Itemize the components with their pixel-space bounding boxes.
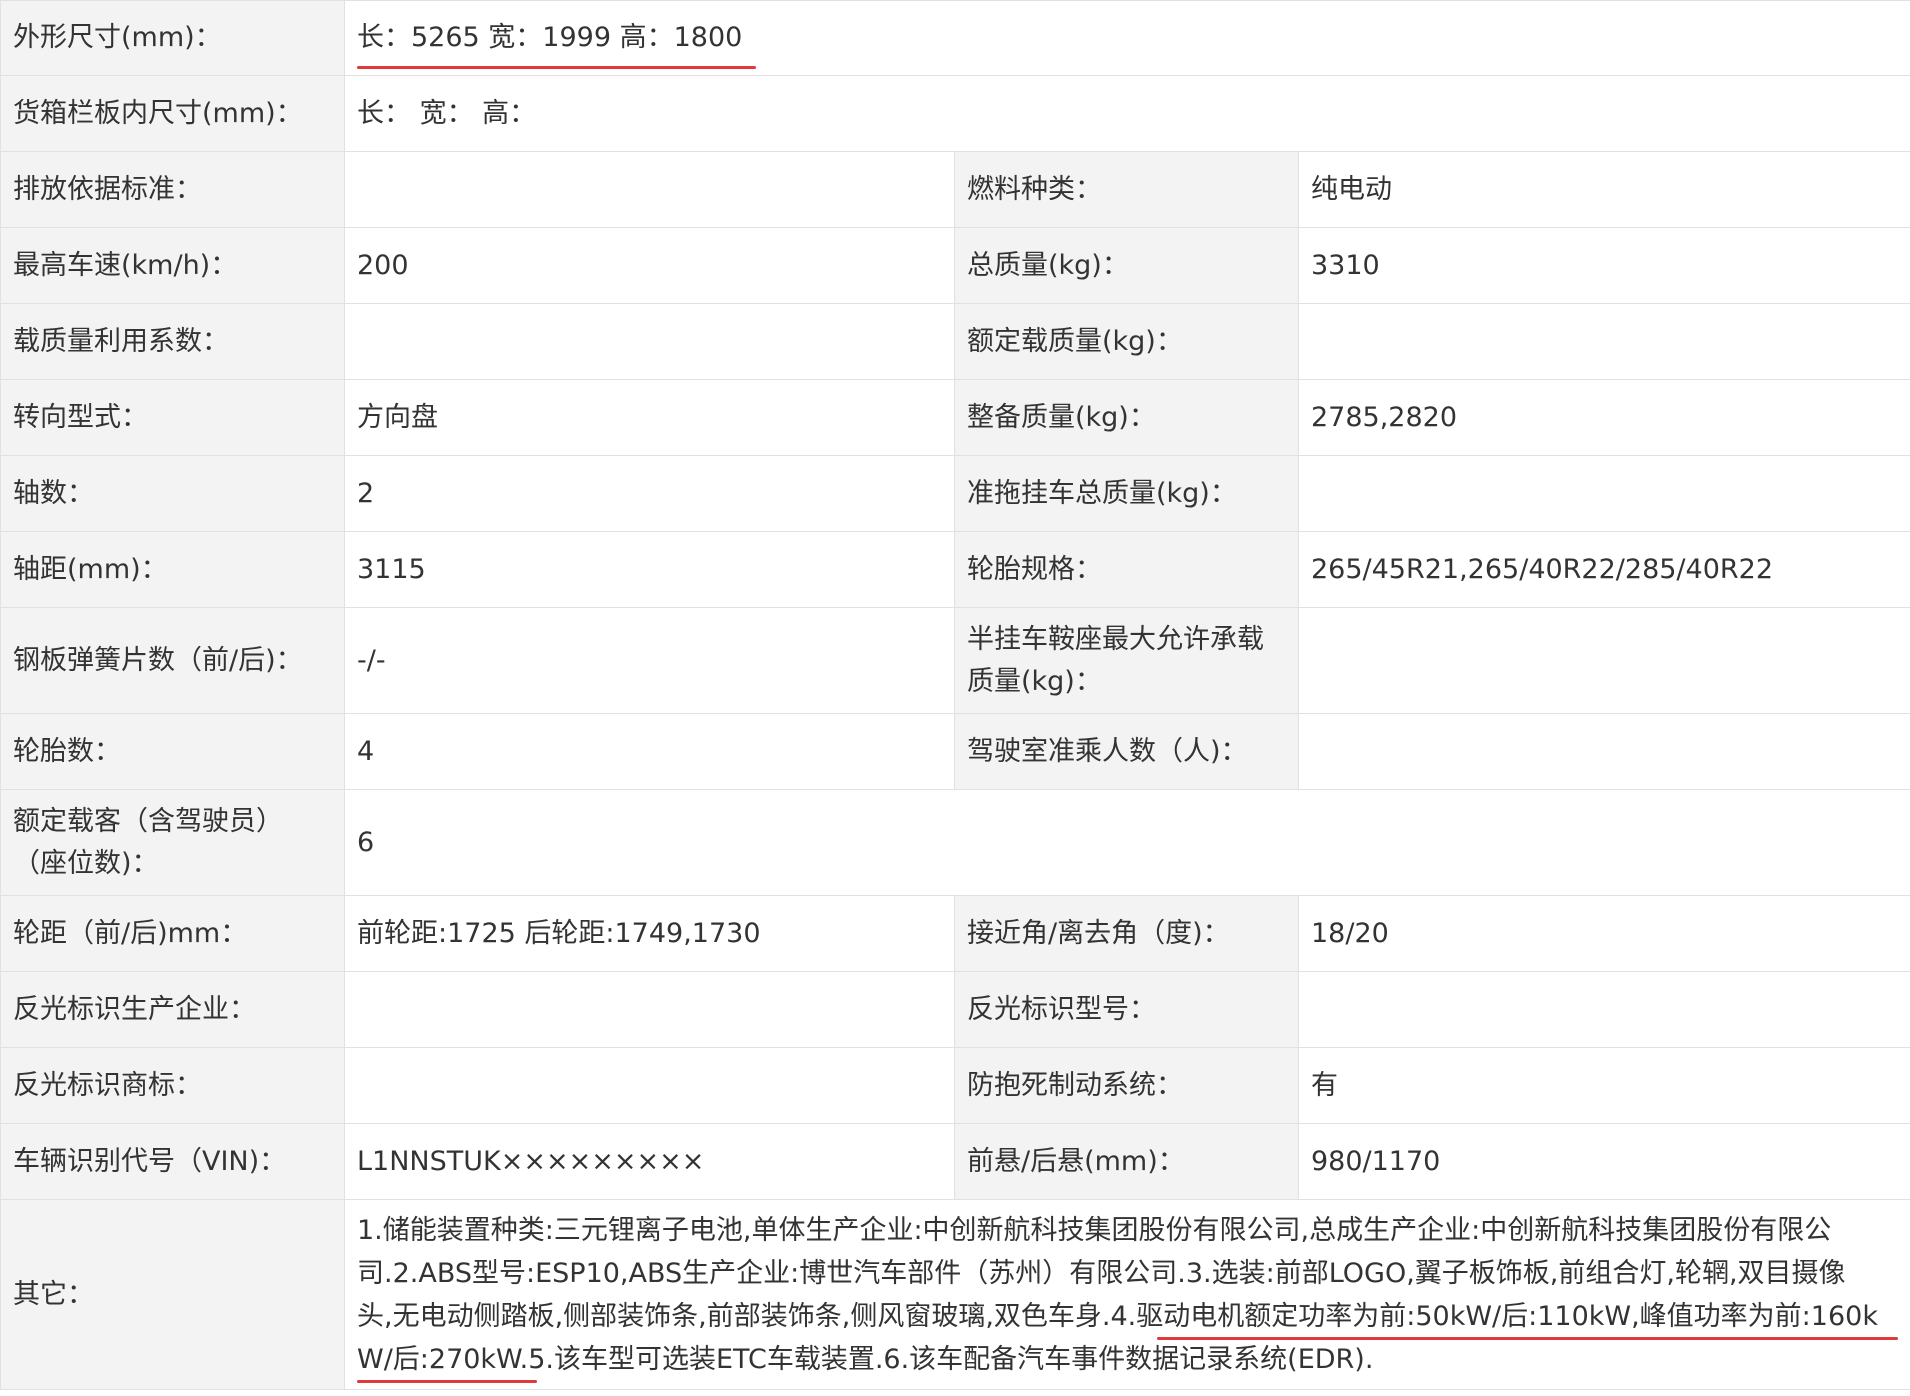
- value-steering: 方向盘: [344, 379, 955, 456]
- value-passengers: 6: [343, 789, 1910, 896]
- value-tire-spec: 265/45R21,265/40R22/285/40R22: [1297, 531, 1910, 608]
- value-other-notes: 1.储能装置种类:三元锂离子电池,单体生产企业:中创新航科技集团股份有限公司,总…: [343, 1199, 1910, 1390]
- label-passengers-line2: （座位数)：: [13, 847, 159, 879]
- row-load: 载质量利用系数： 额定载质量(kg)：: [0, 303, 1910, 380]
- dimensions-text-underlined: 长：5265 宽：1999 高：1800: [357, 17, 757, 69]
- value-track: 前轮距:1725 后轮距:1749,1730: [344, 895, 955, 972]
- value-axles: 2: [344, 455, 955, 532]
- label-reflector-model: 反光标识型号：: [954, 971, 1299, 1048]
- label-vin: 车辆识别代号（VIN)：: [0, 1123, 345, 1200]
- spec-table: 外形尺寸(mm)： 长：5265 宽：1999 高：1800 货箱栏板内尺寸(m…: [0, 0, 1910, 1390]
- notes-line-2: 司.2.ABS型号:ESP10,ABS生产企业:博世汽车部件（苏州）有限公司.3…: [357, 1257, 1846, 1289]
- value-reflector-brand: [344, 1047, 955, 1124]
- label-dimensions: 外形尺寸(mm)：: [0, 0, 345, 76]
- label-passengers-line1: 额定载客（含驾驶员）: [13, 805, 283, 837]
- row-vin-overhang: 车辆识别代号（VIN)： L1NNSTUK××××××××× 前悬/后悬(mm)…: [0, 1123, 1910, 1200]
- value-curb-mass: 2785,2820: [1297, 379, 1910, 456]
- value-emission: [344, 151, 955, 228]
- value-cargo: 长： 宽： 高：: [343, 75, 1910, 152]
- value-overhang: 980/1170: [1297, 1123, 1910, 1200]
- label-track: 轮距（前/后)mm：: [0, 895, 345, 972]
- label-emission: 排放依据标准：: [0, 151, 345, 228]
- value-angles: 18/20: [1297, 895, 1910, 972]
- value-total-mass: 3310: [1297, 227, 1910, 304]
- value-trailer-mass: [1297, 455, 1910, 532]
- label-other: 其它：: [0, 1199, 345, 1390]
- row-axles-trailer: 轴数： 2 准拖挂车总质量(kg)：: [0, 455, 1910, 532]
- label-cab-occupants: 驾驶室准乘人数（人)：: [954, 713, 1299, 790]
- value-saddle-load: [1297, 607, 1910, 714]
- row-track-angles: 轮距（前/后)mm： 前轮距:1725 后轮距:1749,1730 接近角/离去…: [0, 895, 1910, 972]
- label-tire-count: 轮胎数：: [0, 713, 345, 790]
- label-passengers: 额定载客（含驾驶员） （座位数)：: [0, 789, 345, 896]
- label-total-mass: 总质量(kg)：: [954, 227, 1299, 304]
- label-cargo: 货箱栏板内尺寸(mm)：: [0, 75, 345, 152]
- row-springs-saddle: 钢板弹簧片数（前/后)： -/- 半挂车鞍座最大允许承载 质量(kg)：: [0, 607, 1910, 714]
- value-rated-load: [1297, 303, 1910, 380]
- red-underline-power-cont: [357, 1379, 537, 1383]
- notes-line-1: 1.储能装置种类:三元锂离子电池,单体生产企业:中创新航科技集团股份有限公司,总…: [357, 1214, 1832, 1246]
- label-abs: 防抱死制动系统：: [954, 1047, 1299, 1124]
- label-axles: 轴数：: [0, 455, 345, 532]
- label-trailer-mass: 准拖挂车总质量(kg)：: [954, 455, 1299, 532]
- value-reflector-model: [1297, 971, 1910, 1048]
- value-dimensions: 长：5265 宽：1999 高：1800: [343, 0, 1910, 76]
- row-emission-fuel: 排放依据标准： 燃料种类： 纯电动: [0, 151, 1910, 228]
- value-speed: 200: [344, 227, 955, 304]
- notes-line-4: W/后:270kW.5.该车型可选装ETC车载装置.6.该车配备汽车事件数据记录…: [357, 1338, 1898, 1383]
- value-springs: -/-: [344, 607, 955, 714]
- value-tire-count: 4: [344, 713, 955, 790]
- label-reflector-brand: 反光标识商标：: [0, 1047, 345, 1124]
- label-steering: 转向型式：: [0, 379, 345, 456]
- label-curb-mass: 整备质量(kg)：: [954, 379, 1299, 456]
- vehicle-spec-sheet: 外形尺寸(mm)： 长：5265 宽：1999 高：1800 货箱栏板内尺寸(m…: [0, 0, 1910, 1396]
- label-saddle-load: 半挂车鞍座最大允许承载 质量(kg)：: [954, 607, 1299, 714]
- label-load-factor: 载质量利用系数：: [0, 303, 345, 380]
- label-springs: 钢板弹簧片数（前/后)：: [0, 607, 345, 714]
- row-dimensions: 外形尺寸(mm)： 长：5265 宽：1999 高：1800: [0, 0, 1910, 76]
- value-cab-occupants: [1297, 713, 1910, 790]
- label-saddle-load-line1: 半挂车鞍座最大允许承载: [967, 623, 1264, 655]
- red-underline: [357, 66, 757, 69]
- row-reflector-brand-abs: 反光标识商标： 防抱死制动系统： 有: [0, 1047, 1910, 1124]
- row-cargo: 货箱栏板内尺寸(mm)： 长： 宽： 高：: [0, 75, 1910, 152]
- label-wheelbase: 轴距(mm)：: [0, 531, 345, 608]
- value-load-factor: [344, 303, 955, 380]
- value-vin: L1NNSTUK×××××××××: [344, 1123, 955, 1200]
- label-reflector-maker: 反光标识生产企业：: [0, 971, 345, 1048]
- label-angles: 接近角/离去角（度)：: [954, 895, 1299, 972]
- value-abs: 有: [1297, 1047, 1910, 1124]
- notes-line-3: 头,无电动侧踏板,侧部装饰条,前部装饰条,侧风窗玻璃,双色车身.4.驱动电机额定…: [357, 1295, 1899, 1340]
- row-wheelbase-tires: 轴距(mm)： 3115 轮胎规格： 265/45R21,265/40R22/2…: [0, 531, 1910, 608]
- label-overhang: 前悬/后悬(mm)：: [954, 1123, 1299, 1200]
- value-fuel: 纯电动: [1297, 151, 1910, 228]
- row-speed-mass: 最高车速(km/h)： 200 总质量(kg)： 3310: [0, 227, 1910, 304]
- row-steering-curb: 转向型式： 方向盘 整备质量(kg)： 2785,2820: [0, 379, 1910, 456]
- row-reflector-maker-model: 反光标识生产企业： 反光标识型号：: [0, 971, 1910, 1048]
- label-saddle-load-line2: 质量(kg)：: [967, 665, 1102, 697]
- row-other: 其它： 1.储能装置种类:三元锂离子电池,单体生产企业:中创新航科技集团股份有限…: [0, 1199, 1910, 1390]
- label-tire-spec: 轮胎规格：: [954, 531, 1299, 608]
- row-passengers: 额定载客（含驾驶员） （座位数)： 6: [0, 789, 1910, 896]
- row-tire-count-cab: 轮胎数： 4 驾驶室准乘人数（人)：: [0, 713, 1910, 790]
- value-wheelbase: 3115: [344, 531, 955, 608]
- label-rated-load: 额定载质量(kg)：: [954, 303, 1299, 380]
- label-speed: 最高车速(km/h)：: [0, 227, 345, 304]
- value-reflector-maker: [344, 971, 955, 1048]
- label-fuel: 燃料种类：: [954, 151, 1299, 228]
